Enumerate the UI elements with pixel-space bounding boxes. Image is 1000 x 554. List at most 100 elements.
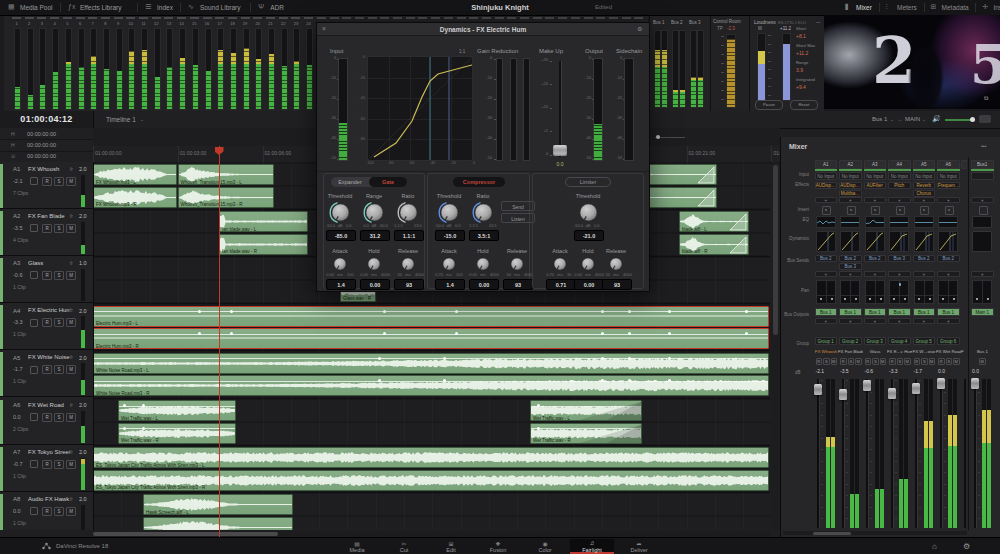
settings-icon[interactable]: ⚙ — [637, 25, 642, 32]
track-m-button[interactable]: M — [66, 365, 76, 374]
bus-send-cell[interactable]: Bus 2 — [839, 255, 862, 262]
track-m-button[interactable]: M — [66, 507, 76, 516]
automation-point[interactable] — [443, 357, 446, 360]
knob[interactable] — [331, 255, 349, 273]
audio-clip[interactable]: Wet Traffic.wav - L — [530, 400, 642, 421]
group-cell[interactable]: Group 1 — [815, 337, 838, 345]
automation-point[interactable] — [198, 332, 201, 335]
add-output-button[interactable]: + — [815, 318, 838, 324]
automation-point[interactable] — [123, 427, 126, 430]
automation-point[interactable] — [455, 332, 458, 335]
lock-icon[interactable] — [30, 366, 38, 374]
audio-clip[interactable]: fan blade.wav - L — [219, 211, 308, 232]
strip-s-button[interactable]: S — [848, 358, 855, 365]
effect-cell[interactable]: Frequen… — [937, 182, 960, 189]
audio-clip[interactable]: blade.aiff - L — [679, 211, 749, 232]
bus-send-cell[interactable]: Bus 2 — [864, 255, 887, 262]
fader-track[interactable] — [866, 379, 869, 528]
dynamics-thumbnail[interactable] — [816, 231, 836, 252]
strip-s-button[interactable]: S — [921, 358, 928, 365]
insert-toggle[interactable] — [920, 206, 929, 215]
bus-output-cell[interactable]: Main 1 — [971, 308, 994, 316]
add-effect-button[interactable]: + — [839, 197, 862, 203]
pause-button[interactable]: Pause — [755, 100, 783, 110]
effect-cell[interactable]: Chorus — [913, 190, 936, 197]
strip-s-button[interactable]: S — [897, 358, 904, 365]
automation-point[interactable] — [601, 310, 604, 313]
dynamics-thumbnail[interactable] — [914, 231, 934, 252]
knob[interactable] — [438, 201, 461, 224]
expand-icon[interactable]: ⧉ — [984, 95, 988, 102]
fader-track[interactable] — [964, 379, 966, 528]
toolbar-button-inspector[interactable]: Inspector — [993, 4, 1000, 11]
track-r-button[interactable]: R — [42, 271, 52, 280]
speaker-icon[interactable]: 🔊 — [932, 115, 941, 123]
add-send-button[interactable]: + — [815, 271, 838, 277]
bus-output-cell[interactable]: Bus 1 — [815, 308, 838, 316]
audio-clip[interactable]: White Noise Road.mp3 - R — [93, 375, 769, 396]
automation-point[interactable] — [628, 310, 631, 313]
track-s-button[interactable]: S — [54, 460, 64, 469]
effect-cell[interactable]: Reverb — [913, 182, 936, 189]
fader-track[interactable] — [891, 379, 894, 528]
track-r-button[interactable]: R — [42, 177, 52, 186]
strip-m-button[interactable]: M — [979, 358, 986, 365]
audio-clip[interactable]: FX Whoosh.mp3 - R — [93, 187, 177, 208]
pan-control[interactable] — [914, 280, 934, 304]
add-effect-button[interactable]: + — [913, 197, 936, 203]
toolbar-button-sound-library[interactable]: Sound Library — [200, 4, 240, 11]
makeup-fader-handle[interactable] — [553, 145, 567, 156]
fader-handle[interactable] — [888, 388, 896, 399]
eq-thumbnail[interactable] — [889, 216, 909, 228]
automation-point[interactable] — [628, 332, 631, 335]
strip-m-button[interactable]: M — [831, 358, 838, 365]
h-scroll-thumb[interactable] — [93, 532, 278, 537]
insert-toggle[interactable] — [979, 206, 988, 215]
eq-thumbnail[interactable] — [816, 216, 836, 228]
mixer-h-scroll-thumb[interactable] — [813, 532, 851, 535]
lock-icon[interactable] — [30, 271, 38, 279]
audio-clip[interactable]: Wet Traffic.wav - R — [530, 423, 642, 444]
knob-value[interactable]: 3.5:1 — [469, 230, 499, 241]
bus-send-cell[interactable]: Bus 2 — [937, 255, 960, 262]
track-header-a5[interactable]: A5FX White Noisefr2.0-1.7RSM1 Clip — [0, 351, 93, 397]
track-s-button[interactable]: S — [54, 271, 64, 280]
dynamics-thumbnail[interactable] — [865, 231, 885, 252]
audio-clip[interactable]: ES_Tokyo Japan City Traffic Atmos With S… — [93, 470, 769, 491]
audio-clip[interactable]: Electric Hum.mp3 - R — [93, 328, 769, 349]
toolbar-button-mixer[interactable]: Mixer — [856, 4, 872, 11]
fader-track[interactable] — [915, 379, 918, 528]
group-cell[interactable]: Group 5 — [913, 337, 936, 345]
add-effect-button[interactable]: + — [971, 197, 994, 203]
knob-value[interactable]: 93 — [503, 279, 533, 290]
fader-track[interactable] — [974, 379, 977, 528]
effect-cell[interactable]: AUDisp… — [815, 182, 838, 189]
add-effect-button[interactable]: + — [815, 197, 838, 203]
automation-point[interactable] — [628, 357, 631, 360]
strip-r-button[interactable]: R — [840, 358, 847, 365]
mixer-menu[interactable]: ••• — [981, 143, 986, 149]
nav-tab-fairlight[interactable]: Fairlight — [570, 547, 614, 553]
toolbar-button-effects-library[interactable]: Effects Library — [80, 4, 121, 11]
knob[interactable] — [329, 201, 352, 224]
track-s-button[interactable]: S — [54, 318, 64, 327]
knob-value[interactable]: -85.0 — [326, 230, 356, 241]
monitor-bus-selector[interactable]: Bus 1 — [872, 116, 887, 122]
eq-thumbnail[interactable] — [914, 216, 934, 228]
insert-toggle[interactable] — [822, 206, 831, 215]
home-icon[interactable]: ⌂ — [932, 542, 937, 551]
nav-tab-deliver[interactable]: Deliver — [617, 547, 661, 553]
track-r-button[interactable]: R — [42, 413, 52, 422]
track-s-button[interactable]: S — [54, 365, 64, 374]
knob[interactable] — [579, 255, 597, 273]
pan-control[interactable] — [938, 280, 958, 304]
automation-point[interactable] — [745, 310, 748, 313]
bus-output-cell[interactable]: Bus 1 — [888, 308, 911, 316]
automation-point[interactable] — [601, 357, 604, 360]
strip-m-button[interactable]: M — [953, 358, 960, 365]
bus-send-cell[interactable]: Bus 2 — [913, 255, 936, 262]
track-r-button[interactable]: R — [42, 507, 52, 516]
input-cell[interactable]: No Input — [937, 172, 960, 180]
add-output-button[interactable]: + — [864, 318, 887, 324]
tab-expander[interactable]: Expander — [331, 179, 369, 185]
